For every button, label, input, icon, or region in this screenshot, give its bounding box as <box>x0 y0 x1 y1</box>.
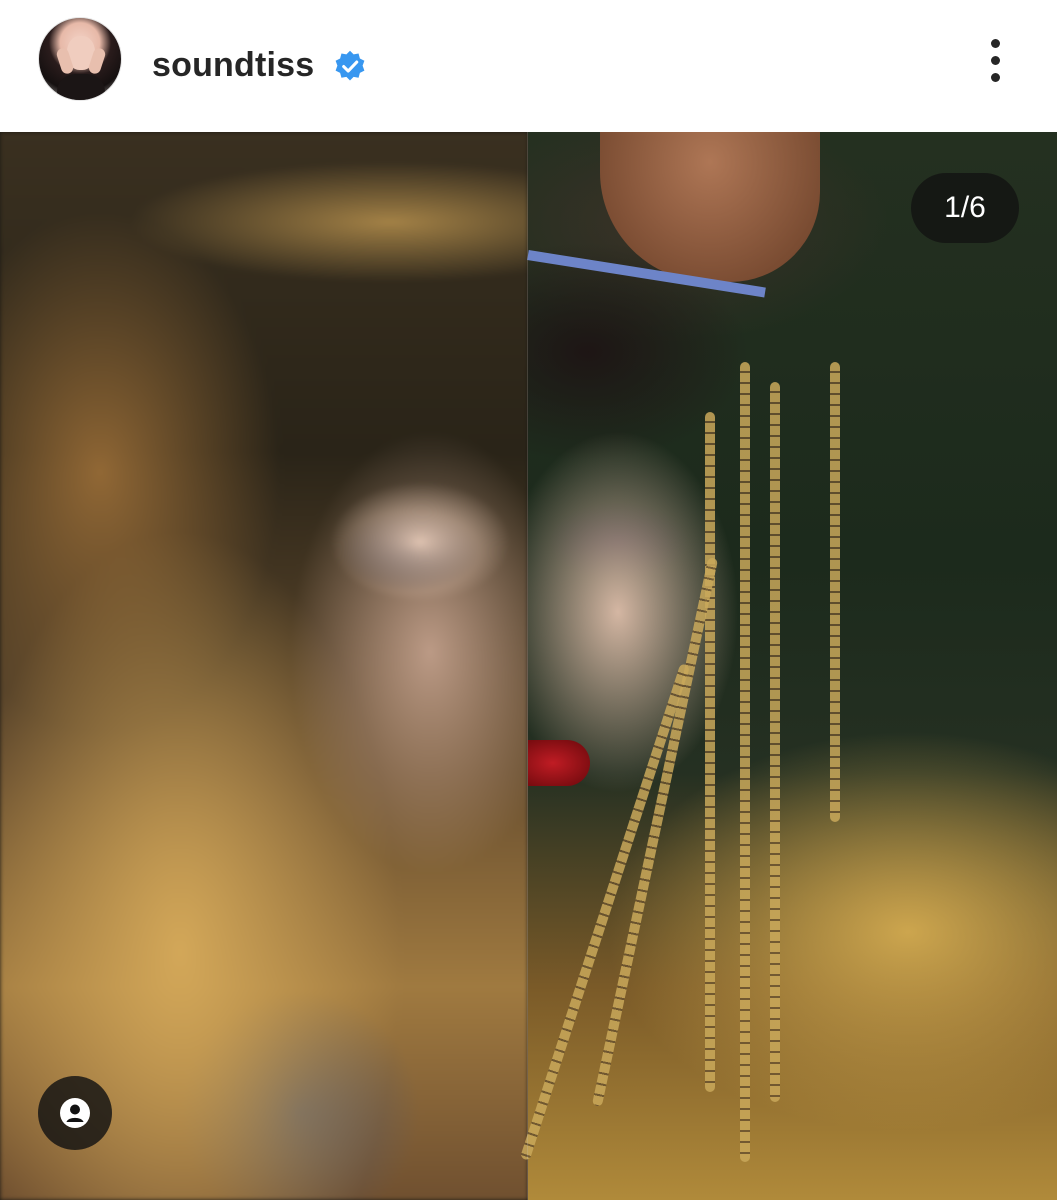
profile-avatar[interactable] <box>38 17 122 101</box>
photo-split-divider <box>527 132 528 1200</box>
more-vertical-icon <box>991 39 1000 48</box>
photo-lips <box>528 740 590 786</box>
more-options-button[interactable] <box>972 34 1020 88</box>
avatar-figure <box>57 74 105 100</box>
photo-beads <box>770 382 780 1102</box>
photo-beads <box>740 362 750 1162</box>
verified-badge-icon <box>335 50 365 81</box>
photo-beads <box>705 412 715 1092</box>
user-tag-icon <box>60 1098 90 1128</box>
carousel-counter: 1/6 <box>911 173 1019 243</box>
tagged-users-button[interactable] <box>38 1076 112 1150</box>
instagram-post: soundtiss 1/6 <box>0 0 1057 1200</box>
post-header: soundtiss <box>0 0 1057 132</box>
more-vertical-icon-dot <box>991 73 1000 82</box>
more-vertical-icon-dot <box>991 56 1000 65</box>
username[interactable]: soundtiss <box>152 44 314 86</box>
photo-beads <box>830 362 840 822</box>
photo-left-half <box>0 132 528 1200</box>
post-image-carousel[interactable] <box>0 132 1057 1200</box>
